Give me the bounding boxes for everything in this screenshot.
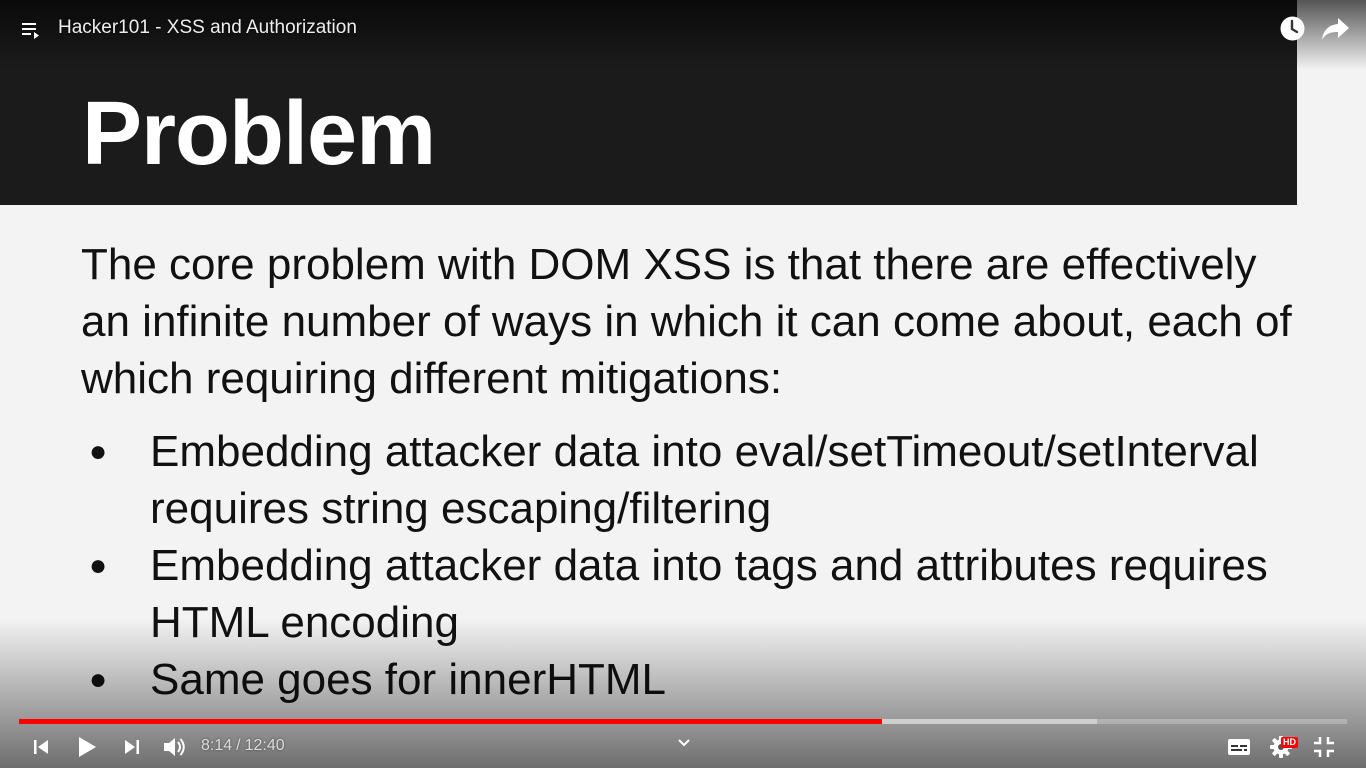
bullet-text: Same goes for innerHTML <box>150 655 666 704</box>
progress-played <box>19 719 882 724</box>
bullet-dot: ● <box>89 663 108 696</box>
playlist-icon[interactable] <box>20 18 44 42</box>
skip-previous-icon[interactable] <box>28 734 54 760</box>
bullet-dot: ● <box>89 435 108 468</box>
slide-bullet: ● Embedding attacker data into eval/setT… <box>81 423 1311 537</box>
duration: 12:40 <box>244 737 285 754</box>
bullet-text: Embedding attacker data into tags and at… <box>150 541 1268 647</box>
subtitles-icon[interactable] <box>1226 734 1252 760</box>
time-display: 8:14/12:40 <box>201 736 285 756</box>
chevron-down-icon[interactable] <box>677 736 691 750</box>
share-arrow-icon[interactable] <box>1321 15 1351 42</box>
clock-icon[interactable] <box>1279 15 1306 42</box>
slide-bullet: ● Embedding attacker data into tags and … <box>81 537 1311 651</box>
video-title[interactable]: Hacker101 - XSS and Authorization <box>58 16 357 40</box>
hd-badge: HD <box>1281 737 1298 748</box>
slide-intro: The core problem with DOM XSS is that th… <box>81 240 1292 403</box>
player-top-bar: Hacker101 - XSS and Authorization <box>0 0 1366 56</box>
skip-next-icon[interactable] <box>119 734 145 760</box>
progress-bar[interactable] <box>19 719 1347 724</box>
bullet-text: Embedding attacker data into eval/setTim… <box>150 427 1259 533</box>
slide-body: The core problem with DOM XSS is that th… <box>81 236 1311 708</box>
play-icon[interactable] <box>73 734 99 760</box>
player-controls: 8:14/12:40 HD <box>0 728 1366 764</box>
video-player[interactable]: Problem The core problem with DOM XSS is… <box>0 0 1366 768</box>
slide-title: Problem <box>82 84 436 184</box>
slide-bullet: ● Same goes for innerHTML <box>81 651 1311 708</box>
current-time: 8:14 <box>201 737 233 754</box>
bullet-dot: ● <box>89 549 108 582</box>
video-frame[interactable]: Problem The core problem with DOM XSS is… <box>0 0 1366 768</box>
slide-bullet-list: ● Embedding attacker data into eval/setT… <box>81 423 1311 708</box>
time-separator: / <box>236 737 241 754</box>
volume-icon[interactable] <box>161 734 187 760</box>
exit-fullscreen-icon[interactable] <box>1311 734 1337 760</box>
